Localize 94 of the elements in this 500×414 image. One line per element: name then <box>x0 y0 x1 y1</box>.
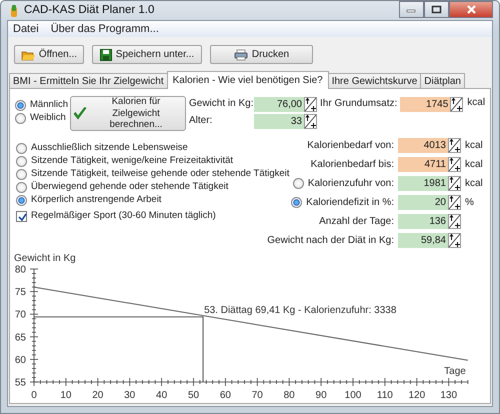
unit-label: kcal <box>465 177 483 191</box>
radio-label: Weiblich <box>30 111 66 126</box>
axis-title: Gewicht in Kg <box>14 253 76 264</box>
tick-label: 80 <box>284 390 295 401</box>
field-label: Gewicht in Kg: <box>189 97 254 111</box>
field-label: Kalorienzufuhr von: <box>308 177 394 191</box>
tab[interactable]: Diätplan <box>420 73 465 88</box>
radio-label: Überwiegend gehende oder stehende Tätigkeit <box>31 180 228 194</box>
menu-item[interactable]: Datei <box>13 20 39 38</box>
field-label: Alter: <box>189 114 214 128</box>
maximize-icon <box>431 5 442 14</box>
tick-label: 60 <box>14 354 26 366</box>
number-field[interactable]: 59,84 <box>398 233 448 248</box>
number-field[interactable]: 1745 <box>400 96 450 112</box>
radio-label: Ausschließlich sitzende Lebensweise <box>31 141 188 156</box>
unit-label: kcal <box>465 139 483 153</box>
floppy-icon <box>100 48 112 60</box>
spin-button[interactable] <box>450 96 464 112</box>
radio-button[interactable] <box>16 169 27 180</box>
checkbox-label: Regelmäßiger Sport (30-60 Minuten täglich) <box>31 209 216 224</box>
window-title: CAD-KAS Diät Planer 1.0 <box>24 2 154 18</box>
close-icon <box>466 5 476 14</box>
spin-button[interactable] <box>448 195 461 210</box>
spin-button[interactable] <box>304 96 317 112</box>
tab[interactable]: Ihre Gewichtskurve <box>328 73 422 88</box>
radio-button[interactable] <box>16 156 27 167</box>
field-label: Anzahl der Tage: <box>319 215 394 229</box>
app-icon <box>9 4 19 18</box>
radio-label: Körperlich anstrengende Arbeit <box>31 193 162 208</box>
tick-label: 65 <box>14 332 26 344</box>
radio-button[interactable] <box>16 143 27 154</box>
tick-label: 70 <box>14 310 26 321</box>
radio-label: Männlich <box>30 98 68 112</box>
radio-button[interactable] <box>15 113 26 124</box>
close-button[interactable] <box>449 1 493 18</box>
open-button[interactable]: Öffnen... <box>14 45 84 64</box>
menu-item[interactable]: Über das Programm... <box>50 20 159 38</box>
field-label: Gewicht nach der Diät in Kg: <box>267 234 394 248</box>
field-label: Kaloriendefizit in %: <box>306 196 394 210</box>
tick-label: 75 <box>14 287 26 298</box>
number-field[interactable]: 1981 <box>398 176 448 191</box>
folder-icon <box>20 48 35 60</box>
number-field[interactable]: 76,00 <box>254 96 304 112</box>
unit-label: kcal <box>465 158 483 172</box>
field-label: Kalorienbedarf von: <box>307 139 394 153</box>
number-field[interactable]: 33 <box>254 114 304 128</box>
printer-icon <box>234 48 248 60</box>
tick-label: 80 <box>14 264 26 276</box>
tick-label: 70 <box>252 390 263 401</box>
save-button[interactable]: Speichern unter... <box>92 45 202 64</box>
tick-label: 50 <box>188 390 200 401</box>
tick-label: 0 <box>31 390 37 401</box>
radio-button[interactable] <box>291 197 302 208</box>
spin-button[interactable] <box>448 176 461 191</box>
spin-button[interactable] <box>448 157 461 172</box>
annotation-label: 53. Diättag 69,41 Kg - Kalorienzufuhr: 3338 <box>204 304 396 316</box>
minimize-button[interactable] <box>399 1 424 18</box>
number-field[interactable]: 20 <box>398 195 448 210</box>
tick-label: 60 <box>220 390 231 401</box>
tick-label: 130 <box>440 390 458 401</box>
tick-label: 40 <box>156 390 168 401</box>
radio-button[interactable] <box>15 100 26 111</box>
spin-button[interactable] <box>304 114 317 128</box>
checkbox[interactable] <box>16 211 27 222</box>
tick-label: 10 <box>60 390 72 401</box>
spin-button[interactable] <box>448 138 461 153</box>
spin-button[interactable] <box>448 214 461 229</box>
radio-label: Sitzende Tätigkeit, teilweise gehende oder stehende Tätigkeit <box>31 167 290 181</box>
unit-label: kcal <box>467 96 486 110</box>
tick-label: 20 <box>92 390 104 401</box>
checkmark-icon <box>73 107 87 120</box>
print-button[interactable]: Drucken <box>210 45 313 64</box>
tick-label: 120 <box>408 390 426 401</box>
tick-label: 90 <box>316 390 327 401</box>
field-label: Kalorienbedarf bis: <box>310 158 394 172</box>
number-field[interactable]: 4711 <box>398 157 448 172</box>
calculate-button[interactable]: Kalorien für Zielgewicht berechnen... <box>70 96 186 131</box>
tick-label: 30 <box>124 390 136 401</box>
tick-label: 55 <box>14 378 26 388</box>
radio-label: Sitzende Tätigkeit, wenige/keine Freizeitaktivität <box>31 154 234 168</box>
number-field[interactable]: 136 <box>398 214 448 229</box>
axis-title: Tage <box>444 366 466 377</box>
radio-button[interactable] <box>16 182 27 193</box>
tab[interactable]: Kalorien - Wie viel benötigen Sie? <box>166 71 329 89</box>
tab[interactable]: BMI - Ermitteln Sie Ihr Zielgewicht <box>9 73 168 88</box>
maximize-button[interactable] <box>424 1 449 18</box>
field-label: Ihr Grundumsatz: <box>320 97 398 111</box>
radio-button[interactable] <box>16 195 27 206</box>
tick-label: 110 <box>376 390 393 401</box>
number-field[interactable]: 4013 <box>398 138 448 153</box>
radio-button[interactable] <box>292 178 304 189</box>
tick-label: 100 <box>344 390 362 401</box>
unit-label: % <box>465 196 474 210</box>
spin-button[interactable] <box>448 233 461 248</box>
